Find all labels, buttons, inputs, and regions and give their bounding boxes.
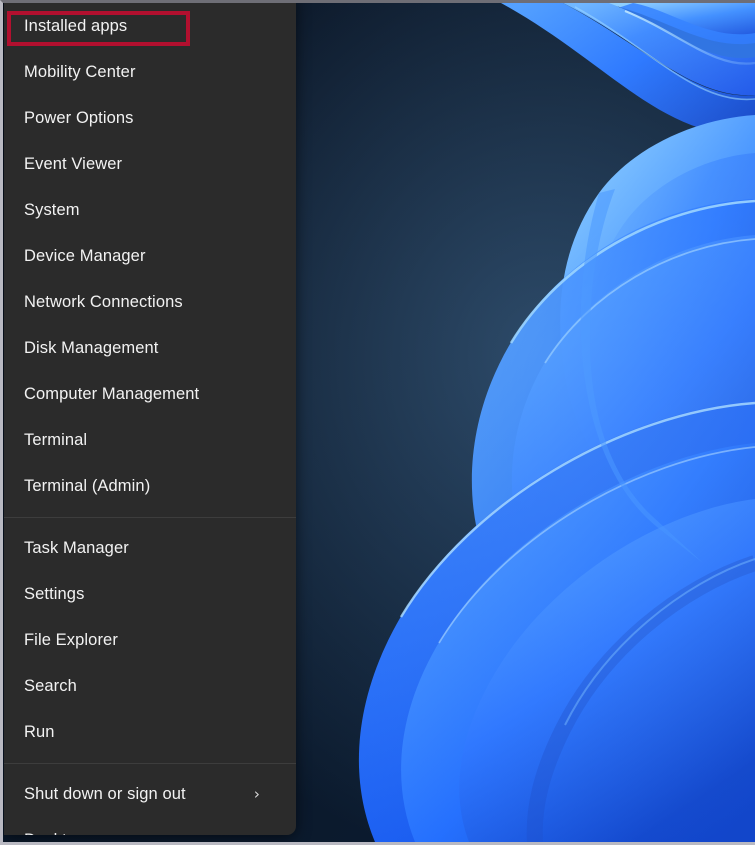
menu-item-terminal-admin[interactable]: Terminal (Admin) [4, 463, 296, 509]
menu-item-label: Terminal [24, 431, 88, 449]
menu-item-label: Shut down or sign out [24, 785, 186, 803]
menu-item-label: Power Options [24, 109, 134, 127]
menu-item-settings[interactable]: Settings [4, 571, 296, 617]
menu-item-label: Device Manager [24, 247, 146, 265]
menu-item-label: Mobility Center [24, 63, 136, 81]
menu-item-computer-management[interactable]: Computer Management [4, 371, 296, 417]
menu-item-label: System [24, 201, 80, 219]
menu-item-terminal[interactable]: Terminal [4, 417, 296, 463]
menu-item-search[interactable]: Search [4, 663, 296, 709]
menu-item-label: Settings [24, 585, 85, 603]
chevron-right-icon: › [253, 784, 260, 803]
menu-item-label: Run [24, 723, 55, 741]
separator-spacer [4, 518, 296, 525]
menu-item-device-manager[interactable]: Device Manager [4, 233, 296, 279]
menu-item-event-viewer[interactable]: Event Viewer [4, 141, 296, 187]
menu-item-shut-down-or-sign-out[interactable]: Shut down or sign out › [4, 771, 296, 817]
menu-item-network-connections[interactable]: Network Connections [4, 279, 296, 325]
menu-item-installed-apps[interactable]: Installed apps [4, 3, 296, 49]
menu-item-label: Terminal (Admin) [24, 477, 151, 495]
separator-spacer [4, 509, 296, 516]
menu-item-mobility-center[interactable]: Mobility Center [4, 49, 296, 95]
menu-item-label: Computer Management [24, 385, 200, 403]
menu-item-label: File Explorer [24, 631, 118, 649]
menu-item-file-explorer[interactable]: File Explorer [4, 617, 296, 663]
menu-group-system: Installed apps Mobility Center Power Opt… [4, 3, 296, 509]
menu-item-label: Task Manager [24, 539, 129, 557]
menu-item-label: Event Viewer [24, 155, 123, 173]
separator-spacer [4, 755, 296, 762]
menu-item-run[interactable]: Run [4, 709, 296, 755]
menu-item-desktop[interactable]: Desktop [4, 817, 296, 835]
menu-item-label: Installed apps [24, 17, 128, 35]
menu-item-power-options[interactable]: Power Options [4, 95, 296, 141]
menu-item-label: Search [24, 677, 77, 695]
menu-group-tools: Task Manager Settings File Explorer Sear… [4, 525, 296, 755]
menu-group-session: Shut down or sign out › Desktop [4, 771, 296, 835]
separator-spacer [4, 764, 296, 771]
menu-item-task-manager[interactable]: Task Manager [4, 525, 296, 571]
menu-item-label: Network Connections [24, 293, 183, 311]
menu-item-label: Desktop [24, 817, 85, 835]
menu-item-label: Disk Management [24, 339, 159, 357]
screen: Installed apps Mobility Center Power Opt… [0, 0, 755, 845]
winx-power-user-menu[interactable]: Installed apps Mobility Center Power Opt… [4, 3, 296, 835]
menu-item-disk-management[interactable]: Disk Management [4, 325, 296, 371]
menu-item-system[interactable]: System [4, 187, 296, 233]
